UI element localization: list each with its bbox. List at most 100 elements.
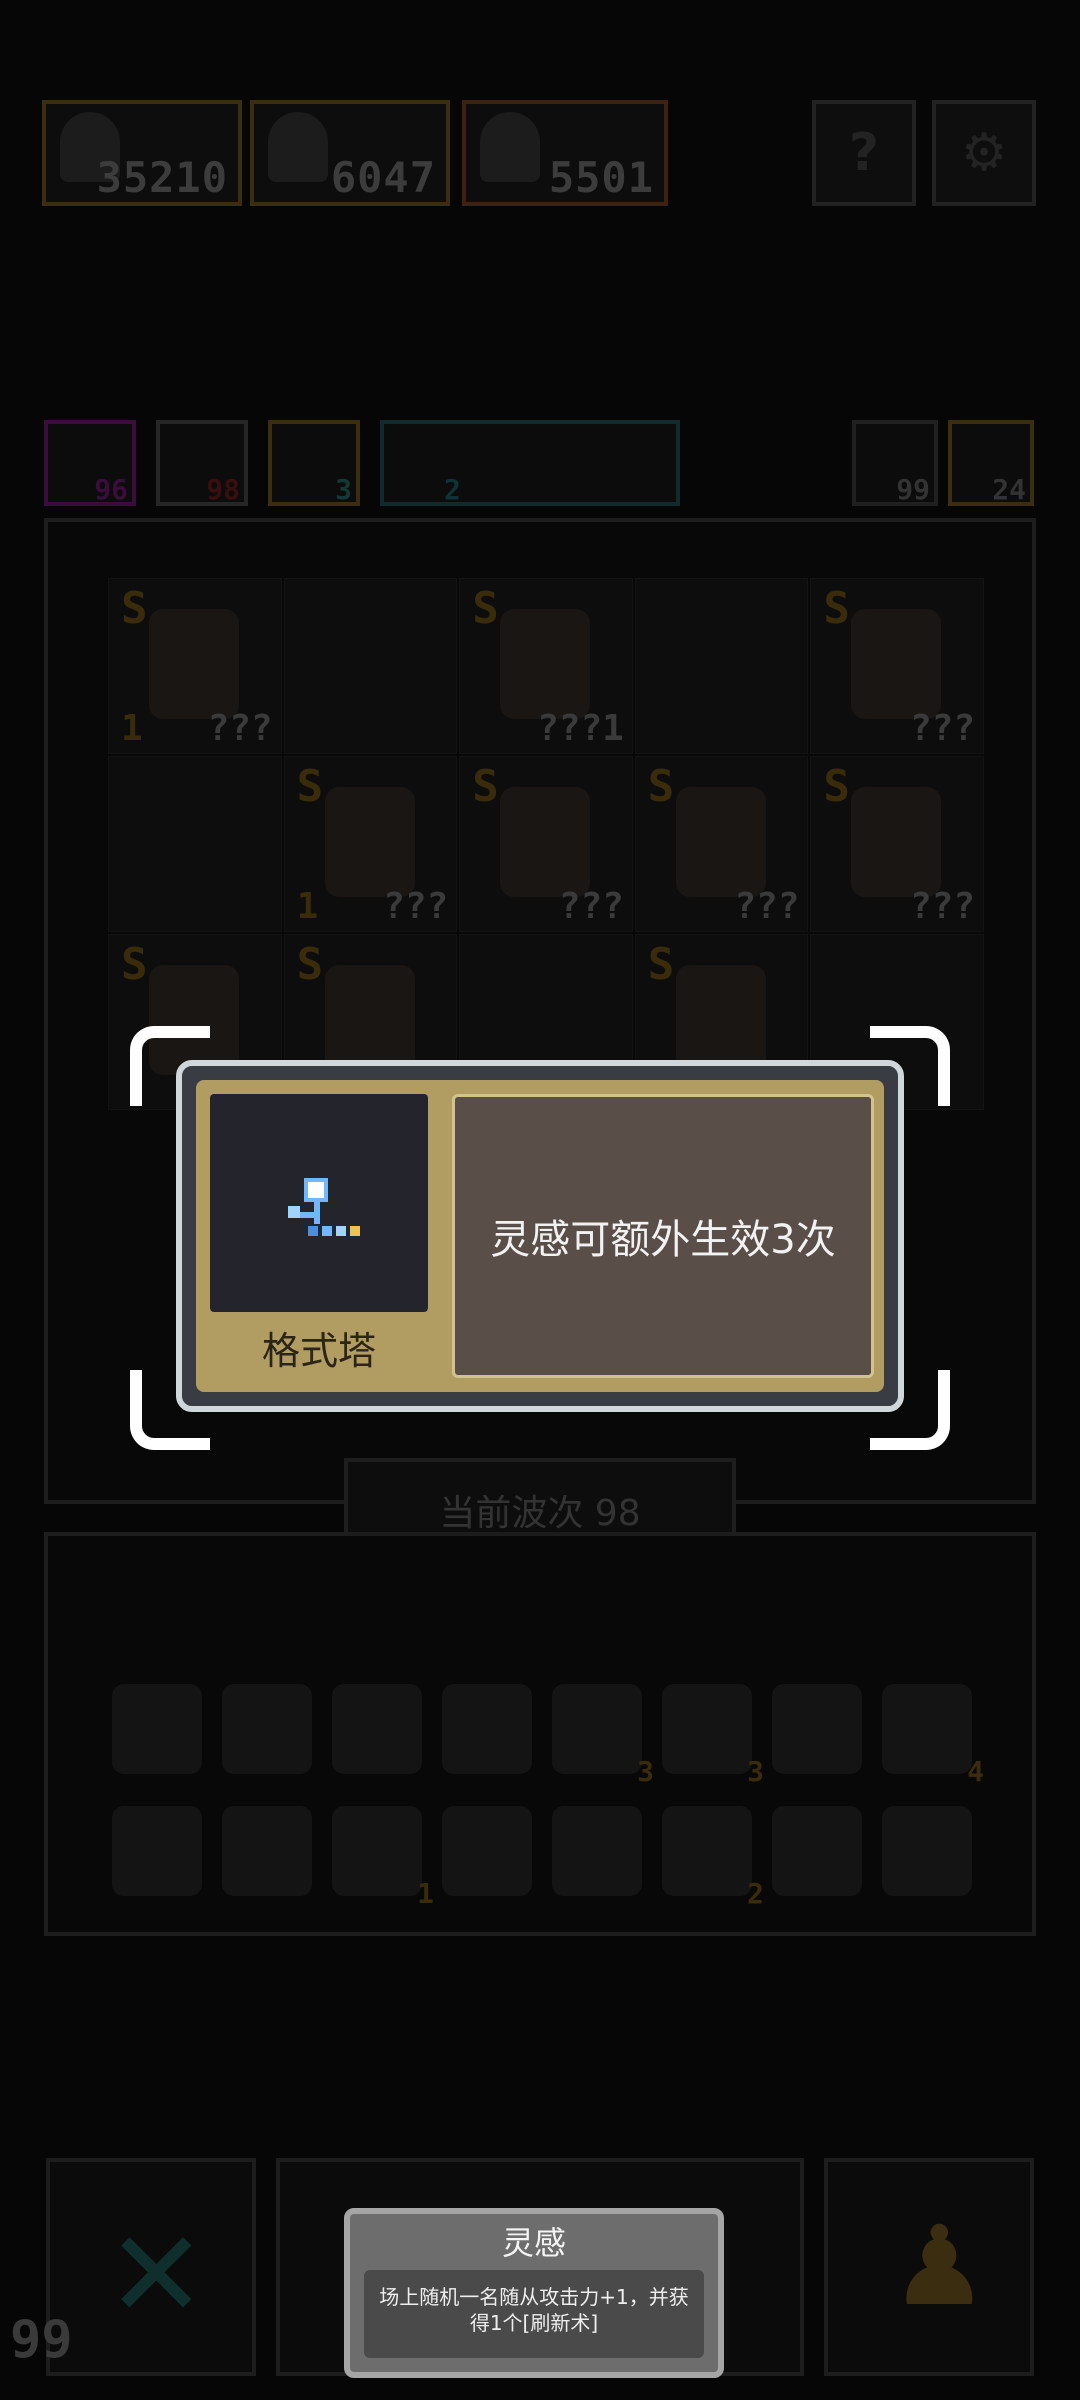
sell-button[interactable]: ✕ <box>46 2158 256 2376</box>
planet-icon[interactable]: 2 <box>662 1806 764 1910</box>
book-icon[interactable]: 1 <box>332 1806 434 1910</box>
statue-icon[interactable]: 3 <box>662 1684 764 1788</box>
unit-quantity: 1 <box>121 708 143 749</box>
unit-rank: S <box>647 761 675 812</box>
eye-icon[interactable] <box>442 1806 532 1896</box>
armor-icon[interactable] <box>442 1684 532 1774</box>
board-cell[interactable]: S 1??? <box>283 756 458 932</box>
skull-icon <box>268 112 328 182</box>
stat-monster[interactable]: 98 <box>156 420 248 506</box>
unit-rank: S <box>472 583 499 634</box>
unit-rank: S <box>823 761 850 812</box>
key-chip[interactable]: 24 <box>948 420 1034 506</box>
unit-sprite <box>324 965 415 1075</box>
board-cell[interactable] <box>283 578 458 754</box>
resource-value: 5501 <box>548 153 654 202</box>
stat-value: 98 <box>206 473 240 506</box>
refresh-count: 99 <box>896 473 930 506</box>
unit-tag: ??? <box>909 886 975 927</box>
unit-rank: S <box>121 939 148 990</box>
board-cell[interactable]: S ???1 <box>459 578 633 754</box>
shield-icon[interactable] <box>112 1684 202 1774</box>
frame-icon[interactable] <box>552 1806 642 1896</box>
resource-value: 35210 <box>96 153 228 202</box>
gear-icon: ⚙ <box>960 123 1008 183</box>
hero-button[interactable]: ♟ <box>824 2158 1034 2376</box>
unit-rank: S <box>472 761 499 812</box>
format-tower-icon[interactable] <box>772 1684 862 1774</box>
unit-rank: S <box>121 583 148 634</box>
level-number: 99 <box>10 2310 73 2370</box>
unit-rank: S <box>647 939 675 990</box>
unit-sprite <box>500 609 591 719</box>
resource-skull-red: 5501 <box>462 100 668 206</box>
item-count: 4 <box>967 1755 984 1788</box>
tower-icon[interactable]: 3 <box>552 1684 654 1788</box>
card-description: 灵感可额外生效3次 <box>452 1094 874 1378</box>
unit-tag: ??? <box>734 886 800 927</box>
tooltip-title: 灵感 <box>501 2224 566 2262</box>
stat-value: 96 <box>94 473 128 506</box>
tooltip-body: 场上随机一名随从攻击力+1，并获得1个[刷新术] <box>364 2270 704 2358</box>
unit-sprite <box>324 787 415 897</box>
skull-icon <box>480 112 540 182</box>
unit-rank: S <box>296 761 324 812</box>
format-tower-card[interactable]: 格式塔 灵感可额外生效3次 <box>176 1060 904 1412</box>
unit-sprite <box>500 787 591 897</box>
board-cell[interactable]: S??? <box>459 756 633 932</box>
board-cell[interactable] <box>634 578 809 754</box>
refresh-chip[interactable]: 99 <box>852 420 938 506</box>
lock-icon[interactable] <box>882 1806 972 1896</box>
board-cell[interactable]: S??? <box>810 578 984 754</box>
item-count: 3 <box>637 1755 654 1788</box>
board-grid: S 1??? S ???1 S??? S 1??? S??? S??? S??? S S S <box>108 578 984 1110</box>
card-body: 格式塔 灵感可额外生效3次 <box>196 1080 884 1392</box>
item-count: 2 <box>747 1877 764 1910</box>
question-icon: ? <box>848 123 880 183</box>
mask-icon[interactable] <box>332 1684 422 1774</box>
unit-sprite <box>675 787 766 897</box>
tab-arrows[interactable] <box>88 1572 308 1642</box>
unit-tag: ??? <box>558 886 624 927</box>
settings-button[interactable]: ⚙ <box>932 100 1036 206</box>
unit-quantity: 1 <box>296 886 319 927</box>
unit-rank: S <box>823 583 850 634</box>
board-cell[interactable]: S??? <box>634 756 809 932</box>
resource-water: 35210 <box>42 100 242 206</box>
item-count: 1 <box>417 1877 434 1910</box>
unit-sprite <box>149 609 239 719</box>
inventory-panel: 3 3 4 1 2 <box>44 1532 1036 1936</box>
unit-sprite <box>851 787 942 897</box>
card-icon-frame <box>210 1094 428 1312</box>
stat-magic[interactable]: 96 <box>44 420 136 506</box>
inspiration-tooltip: 灵感 场上随机一名随从攻击力+1，并获得1个[刷新术] <box>344 2208 724 2378</box>
unit-sprite <box>851 609 942 719</box>
stat-clock[interactable]: 2 <box>380 420 680 506</box>
stat-value: 2 <box>444 473 461 506</box>
water-drop-icon[interactable]: 4 <box>882 1684 984 1788</box>
pawn-icon: ♟ <box>890 2202 989 2330</box>
unit-sprite <box>675 965 766 1075</box>
resource-skull-white: 6047 <box>250 100 450 206</box>
key-count: 24 <box>992 473 1026 506</box>
board-cell[interactable] <box>108 756 282 932</box>
unit-tag: ???1 <box>537 708 624 749</box>
close-icon: ✕ <box>106 2206 207 2345</box>
card-name: 格式塔 <box>261 1329 376 1373</box>
resource-value: 6047 <box>330 153 436 202</box>
chest-icon[interactable] <box>772 1806 862 1896</box>
helmet-icon[interactable] <box>222 1684 312 1774</box>
unit-tag: ??? <box>909 708 975 749</box>
board-cell[interactable]: S 1??? <box>108 578 282 754</box>
unit-rank: S <box>296 939 324 990</box>
help-button[interactable]: ? <box>812 100 916 206</box>
wand-icon[interactable] <box>112 1806 202 1896</box>
stat-lightning[interactable]: 3 <box>268 420 360 506</box>
board-cell[interactable]: S??? <box>810 756 984 932</box>
item-count: 3 <box>747 1755 764 1788</box>
unit-tag: ??? <box>207 708 273 749</box>
stat-value: 3 <box>335 473 352 506</box>
potion-icon[interactable] <box>222 1806 312 1896</box>
unit-tag: ??? <box>383 886 449 927</box>
format-tower-icon <box>288 1178 360 1236</box>
